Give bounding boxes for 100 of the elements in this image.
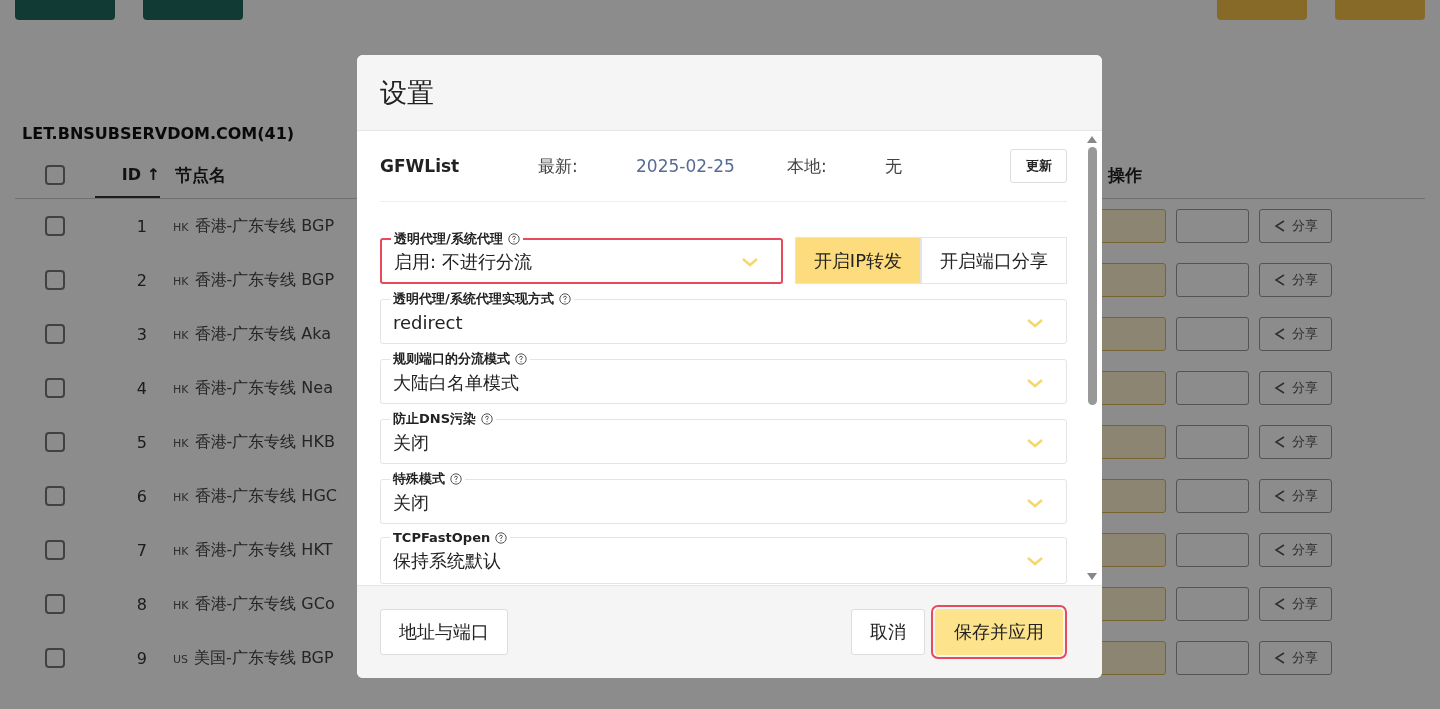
field-value: 大陆白名单模式: [393, 370, 520, 395]
node-name: 香港-广东专线 Aka: [194, 323, 332, 345]
share-button[interactable]: 分享: [1259, 209, 1332, 243]
share-button[interactable]: 分享: [1259, 371, 1332, 405]
share-icon: [1273, 544, 1286, 556]
node-name: 香港-广东专线 HKB: [194, 431, 335, 453]
field-label: 防止DNS污染: [393, 410, 477, 428]
row-checkbox[interactable]: [45, 432, 65, 452]
action-button[interactable]: [1176, 479, 1249, 513]
field-label: 透明代理/系统代理: [394, 230, 503, 248]
row-checkbox[interactable]: [45, 486, 65, 506]
update-button[interactable]: 更新: [1010, 149, 1067, 183]
region-code: HK: [173, 490, 189, 504]
share-icon: [1273, 274, 1286, 286]
select-field[interactable]: 防止DNS污染 关闭: [380, 410, 1067, 464]
share-icon: [1273, 490, 1286, 502]
id-cell-text: 6: [135, 486, 147, 506]
chevron-down-icon: [1026, 496, 1044, 509]
action-button[interactable]: [1176, 425, 1249, 459]
node-name: 香港-广东专线 BGP: [194, 269, 335, 291]
region-code: HK: [173, 544, 189, 558]
node-name: 香港-广东专线 HGC: [194, 485, 337, 507]
toggle-button[interactable]: 开启端口分享: [921, 237, 1067, 284]
chevron-down-icon: [1026, 376, 1044, 389]
local-value: 无: [885, 154, 903, 178]
dialog-title: 设置: [380, 75, 434, 110]
select-field[interactable]: 规则端口的分流模式 大陆白名单模式: [380, 350, 1067, 404]
help-icon[interactable]: [558, 293, 571, 305]
action-button[interactable]: [1176, 263, 1249, 297]
share-button[interactable]: 分享: [1259, 317, 1332, 351]
help-icon[interactable]: [507, 233, 520, 245]
share-icon: [1273, 220, 1286, 232]
field-value: 关闭: [393, 430, 430, 455]
list-name: GFWList: [380, 156, 461, 176]
chevron-down-icon: [1026, 555, 1044, 567]
action-button[interactable]: [1176, 533, 1249, 567]
local-label: 本地:: [787, 154, 828, 178]
field-value: redirect: [393, 312, 464, 333]
node-name: 美国-广东专线 BGP: [194, 647, 334, 669]
help-icon[interactable]: [481, 413, 494, 425]
region-code: HK: [173, 436, 189, 450]
row-checkbox[interactable]: [45, 324, 65, 344]
action-button[interactable]: [1176, 317, 1249, 351]
share-button[interactable]: 分享: [1259, 479, 1332, 513]
help-icon[interactable]: [515, 353, 527, 365]
scroll-down-icon[interactable]: [1087, 573, 1097, 581]
select-field[interactable]: 透明代理/系统代理 启用: 不进行分流: [380, 230, 783, 284]
select-field[interactable]: 特殊模式 关闭: [380, 470, 1067, 524]
node-name: 香港-广东专线 Nea: [194, 377, 333, 399]
scrollbar-thumb[interactable]: [1087, 147, 1097, 405]
row-checkbox[interactable]: [45, 270, 65, 290]
latest-label: 最新:: [538, 154, 579, 178]
share-button[interactable]: 分享: [1259, 533, 1332, 567]
region-code: HK: [173, 220, 189, 234]
select-all-checkbox[interactable]: [45, 165, 65, 185]
chevron-down-icon: [1026, 436, 1044, 449]
row-checkbox[interactable]: [45, 378, 65, 398]
toggle-button[interactable]: 开启IP转发: [794, 237, 921, 284]
share-icon: [1273, 436, 1286, 448]
id-cell-text: 5: [135, 432, 147, 452]
id-cell-text: 8: [135, 594, 147, 614]
select-field[interactable]: TCPFastOpen 保持系统默认: [380, 530, 1067, 584]
share-button[interactable]: 分享: [1259, 263, 1332, 297]
row-checkbox[interactable]: [45, 594, 65, 614]
action-button[interactable]: [1176, 641, 1249, 675]
action-button[interactable]: [1176, 209, 1249, 243]
share-icon: [1273, 328, 1286, 340]
share-button[interactable]: 分享: [1259, 425, 1332, 459]
help-icon[interactable]: [450, 473, 462, 485]
field-label: TCPFastOpen: [393, 530, 491, 545]
chevron-down-icon: [740, 256, 759, 268]
id-cell-text: 7: [135, 540, 147, 560]
share-icon: [1273, 598, 1286, 610]
row-checkbox[interactable]: [45, 216, 65, 236]
node-name: 香港-广东专线 GCo: [194, 593, 335, 615]
scroll-up-icon[interactable]: [1087, 135, 1097, 143]
cancel-button[interactable]: 取消: [851, 609, 925, 655]
help-icon[interactable]: [495, 531, 508, 544]
address-port-button[interactable]: 地址与端口: [380, 609, 508, 655]
share-button[interactable]: 分享: [1259, 587, 1332, 621]
row-checkbox[interactable]: [45, 540, 65, 560]
region-code: US: [173, 652, 189, 666]
latest-date: 2025-02-25: [636, 156, 736, 176]
region-code: HK: [173, 328, 189, 342]
select-field[interactable]: 透明代理/系统代理实现方式 redirect: [380, 290, 1067, 344]
share-icon: [1273, 382, 1286, 394]
action-button[interactable]: [1176, 587, 1249, 621]
share-icon: [1273, 652, 1286, 664]
row-checkbox[interactable]: [45, 648, 65, 668]
action-button[interactable]: [1176, 371, 1249, 405]
id-cell-text: 2: [135, 270, 147, 290]
id-cell-text: 9: [135, 648, 147, 668]
node-name: 香港-广东专线 HKT: [194, 539, 333, 561]
chevron-down-icon: [1026, 316, 1044, 329]
share-button[interactable]: 分享: [1259, 641, 1332, 675]
region-code: HK: [173, 598, 189, 612]
field-label: 特殊模式: [393, 470, 445, 488]
id-cell-text: 3: [135, 324, 147, 344]
column-header[interactable]: ID ↑: [95, 152, 160, 198]
id-cell-text: 4: [135, 378, 147, 398]
